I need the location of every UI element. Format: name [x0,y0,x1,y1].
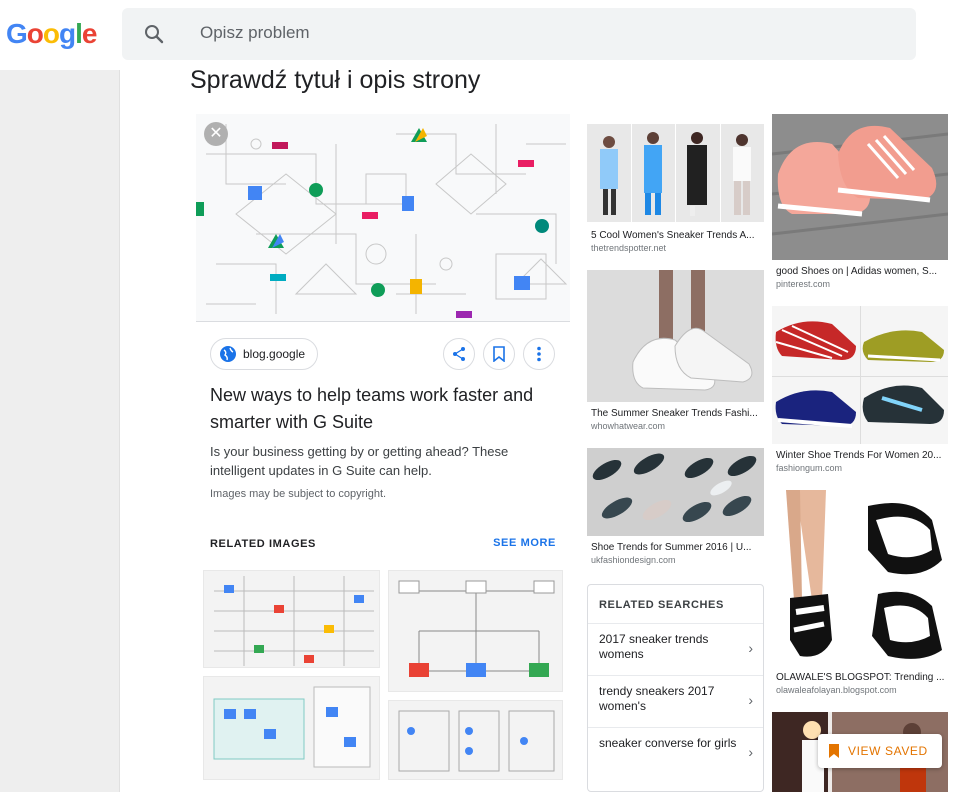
image-thumbnail[interactable] [772,114,948,260]
see-more-link[interactable]: SEE MORE [493,537,556,549]
source-chip[interactable]: blog.google [210,338,319,370]
source-domain: blog.google [243,347,306,361]
image-result[interactable]: Shoe Trends for Summer 2016 | U... ukfas… [587,448,764,573]
related-image-thumbnail[interactable] [388,570,563,692]
image-source: pinterest.com [776,279,831,289]
related-searches-panel: RELATED SEARCHES 2017 sneaker trends wom… [587,584,764,792]
related-search-item[interactable]: sneaker converse for girls › [588,727,763,779]
logo-letter: l [75,18,83,49]
close-icon[interactable]: ✕ [204,122,228,146]
logo-letter: G [6,18,28,49]
related-image-thumbnail[interactable] [388,700,563,780]
related-search-item[interactable]: trendy sneakers 2017 women's › [588,675,763,727]
image-thumbnail[interactable] [772,490,948,666]
google-logo[interactable]: Google [6,18,98,50]
image-thumbnail[interactable] [772,306,948,444]
related-images-heading: RELATED IMAGES [210,538,316,550]
image-thumbnail[interactable] [587,270,764,402]
image-detail-panel: ✕ blog.google New ways to help teams wor… [196,114,570,792]
chevron-right-icon: › [748,744,753,760]
view-saved-label: VIEW SAVED [848,744,928,758]
logo-letter: o [26,18,44,49]
copyright-note: Images may be subject to copyright. [210,488,387,500]
image-result[interactable]: The Summer Sneaker Trends Fashi... whowh… [587,270,764,435]
image-source: thetrendspotter.net [591,243,667,253]
related-image-thumbnail[interactable] [203,676,380,780]
image-result[interactable]: OLAWALE'S BLOGSPOT: Trending ... olawale… [772,490,948,700]
image-caption[interactable]: 5 Cool Women's Sneaker Trends A... [591,230,763,241]
preview-image[interactable]: ✕ [196,114,570,322]
image-caption[interactable]: OLAWALE'S BLOGSPOT: Trending ... [776,672,946,683]
related-search-label: 2017 sneaker trends womens [599,632,709,661]
related-search-label: sneaker converse for girls [599,736,737,750]
image-source: whowhatwear.com [591,421,666,431]
result-title[interactable]: New ways to help teams work faster and s… [210,382,540,436]
image-result[interactable]: good Shoes on | Adidas women, S... pinte… [772,114,948,292]
view-saved-button[interactable]: VIEW SAVED [818,734,942,768]
image-source: fashiongum.com [776,463,843,473]
search-bar[interactable] [122,8,916,60]
result-description: Is your business getting by or getting a… [210,444,509,478]
image-source: olawaleafolayan.blogspot.com [776,685,897,695]
image-source: ukfashiondesign.com [591,555,676,565]
logo-letter: e [81,18,98,49]
image-caption[interactable]: The Summer Sneaker Trends Fashi... [591,408,763,419]
related-search-item[interactable]: 2017 sneaker trends womens › [588,623,763,675]
save-button[interactable] [483,338,515,370]
more-vert-icon [537,346,541,362]
left-sidebar-panel [0,70,120,792]
gsuite-illustration [196,124,568,318]
image-result[interactable]: Winter Shoe Trends For Women 20... fashi… [772,306,948,478]
image-caption[interactable]: good Shoes on | Adidas women, S... [776,266,946,277]
image-result[interactable]: 5 Cool Women's Sneaker Trends A... thetr… [587,124,764,256]
page: Google Sprawdź tytuł i opis strony [0,0,959,792]
page-title: Sprawdź tytuł i opis strony [190,66,481,94]
bookmark-icon [829,744,839,758]
image-caption[interactable]: Winter Shoe Trends For Women 20... [776,450,946,461]
image-thumbnail[interactable] [587,448,764,536]
share-icon [453,347,465,361]
search-input[interactable] [200,23,800,43]
globe-icon [220,346,236,362]
image-thumbnail[interactable] [587,124,764,222]
share-button[interactable] [443,338,475,370]
image-caption[interactable]: Shoe Trends for Summer 2016 | U... [591,542,763,553]
logo-letter: o [42,18,60,49]
chevron-right-icon: › [748,692,753,708]
bookmark-icon [493,346,505,362]
related-image-thumbnail[interactable] [203,570,380,668]
search-icon[interactable] [142,22,166,46]
chevron-right-icon: › [748,640,753,656]
flag-decoration [272,142,288,149]
related-search-label: trendy sneakers 2017 women's [599,684,715,713]
related-searches-heading: RELATED SEARCHES [599,599,724,611]
logo-letter: g [59,18,76,49]
more-options-button[interactable] [523,338,555,370]
